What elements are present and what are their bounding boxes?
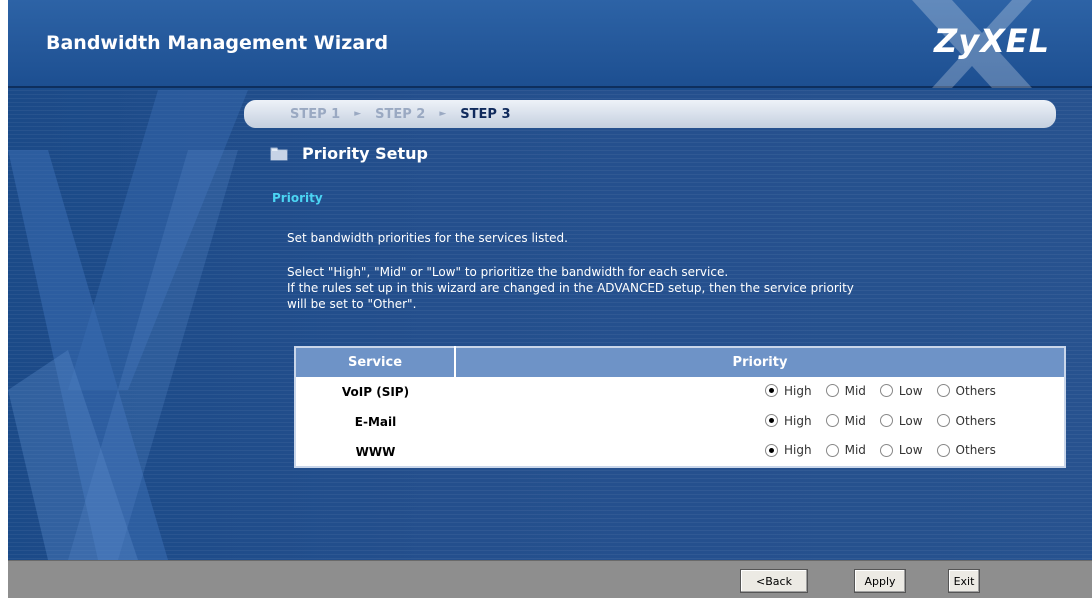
- priority-option-others[interactable]: Others: [936, 413, 996, 428]
- priority-options: High Mid Low Others: [455, 437, 1065, 467]
- apply-button[interactable]: Apply: [854, 569, 906, 593]
- background-x-decoration: [8, 90, 248, 560]
- option-label: High: [784, 383, 812, 398]
- option-label: High: [784, 413, 812, 428]
- option-label: Others: [955, 413, 996, 428]
- back-button[interactable]: <Back: [740, 569, 808, 593]
- option-label: Mid: [844, 443, 866, 458]
- radio-button[interactable]: [765, 443, 778, 457]
- description-line-3: If the rules set up in this wizard are c…: [287, 281, 854, 295]
- priority-option-low[interactable]: Low: [879, 443, 923, 458]
- description-line-2: Select "High", "Mid" or "Low" to priorit…: [287, 265, 729, 279]
- wizard-window: Bandwidth Management Wizard ZyXEL STEP 1…: [8, 0, 1092, 598]
- priority-options: High Mid Low Others: [455, 377, 1065, 407]
- option-label: Low: [898, 413, 923, 428]
- table-row: VoIP (SIP) High Mid Low Others: [295, 377, 1065, 407]
- service-name: WWW: [355, 444, 396, 459]
- radio-button[interactable]: [879, 384, 893, 398]
- radio-button[interactable]: [825, 414, 839, 428]
- content-area: STEP 1 ► STEP 2 ► STEP 3 Priority Setup …: [8, 90, 1092, 560]
- step-arrow-icon: ►: [439, 109, 447, 119]
- section-title: Priority Setup: [302, 144, 428, 163]
- radio-button[interactable]: [936, 414, 950, 428]
- step-3: STEP 3: [460, 106, 511, 122]
- priority-option-others[interactable]: Others: [936, 443, 996, 458]
- priority-option-low[interactable]: Low: [879, 383, 923, 398]
- brand-logo: ZyXEL: [934, 22, 1050, 60]
- step-2: STEP 2: [375, 106, 426, 122]
- service-column-header: Service: [295, 347, 456, 377]
- radio-button[interactable]: [765, 414, 778, 428]
- option-label: Low: [898, 383, 923, 398]
- priority-subheading: Priority: [272, 191, 323, 205]
- folder-icon: [270, 147, 288, 161]
- priority-options: High Mid Low Others: [455, 407, 1065, 437]
- step-arrow-icon: ►: [354, 109, 362, 119]
- option-label: Others: [955, 443, 996, 458]
- priority-option-high[interactable]: High: [765, 384, 812, 398]
- section-heading: Priority Setup: [270, 144, 428, 163]
- description-line-4: will be set to "Other".: [287, 297, 417, 311]
- table-row: E-Mail High Mid Low Others: [295, 407, 1065, 437]
- radio-button[interactable]: [936, 443, 950, 457]
- step-progress-bar: STEP 1 ► STEP 2 ► STEP 3: [244, 100, 1056, 128]
- priority-option-mid[interactable]: Mid: [825, 413, 866, 428]
- table-row: WWW High Mid Low Others: [295, 437, 1065, 467]
- priority-option-others[interactable]: Others: [936, 383, 996, 398]
- table-header-row: Service Priority: [295, 347, 1065, 377]
- footer-bar: <Back Apply Exit: [8, 560, 1092, 598]
- radio-button[interactable]: [825, 443, 839, 457]
- radio-button[interactable]: [879, 414, 893, 428]
- priority-option-mid[interactable]: Mid: [825, 383, 866, 398]
- service-name: E-Mail: [354, 415, 397, 429]
- radio-button[interactable]: [936, 384, 950, 398]
- option-label: Others: [955, 383, 996, 398]
- option-label: Mid: [844, 413, 866, 428]
- exit-button[interactable]: Exit: [948, 569, 980, 593]
- priority-option-high[interactable]: High: [765, 414, 812, 428]
- header-bar: Bandwidth Management Wizard ZyXEL: [8, 0, 1092, 88]
- radio-button[interactable]: [765, 384, 778, 398]
- description-line-1: Set bandwidth priorities for the service…: [287, 231, 568, 245]
- option-label: High: [784, 443, 812, 458]
- step-1: STEP 1: [290, 106, 341, 122]
- priority-column-header: Priority: [455, 347, 1065, 377]
- option-label: Low: [898, 443, 923, 458]
- priority-option-mid[interactable]: Mid: [825, 443, 866, 458]
- option-label: Mid: [844, 383, 866, 398]
- service-name: VoIP (SIP): [341, 385, 410, 399]
- priority-option-low[interactable]: Low: [879, 413, 923, 428]
- radio-button[interactable]: [879, 443, 893, 457]
- radio-button[interactable]: [825, 384, 839, 398]
- priority-option-high[interactable]: High: [765, 443, 812, 457]
- priority-table: Service Priority VoIP (SIP) High Mid Low Oth…: [294, 346, 1066, 468]
- wizard-title: Bandwidth Management Wizard: [46, 32, 389, 54]
